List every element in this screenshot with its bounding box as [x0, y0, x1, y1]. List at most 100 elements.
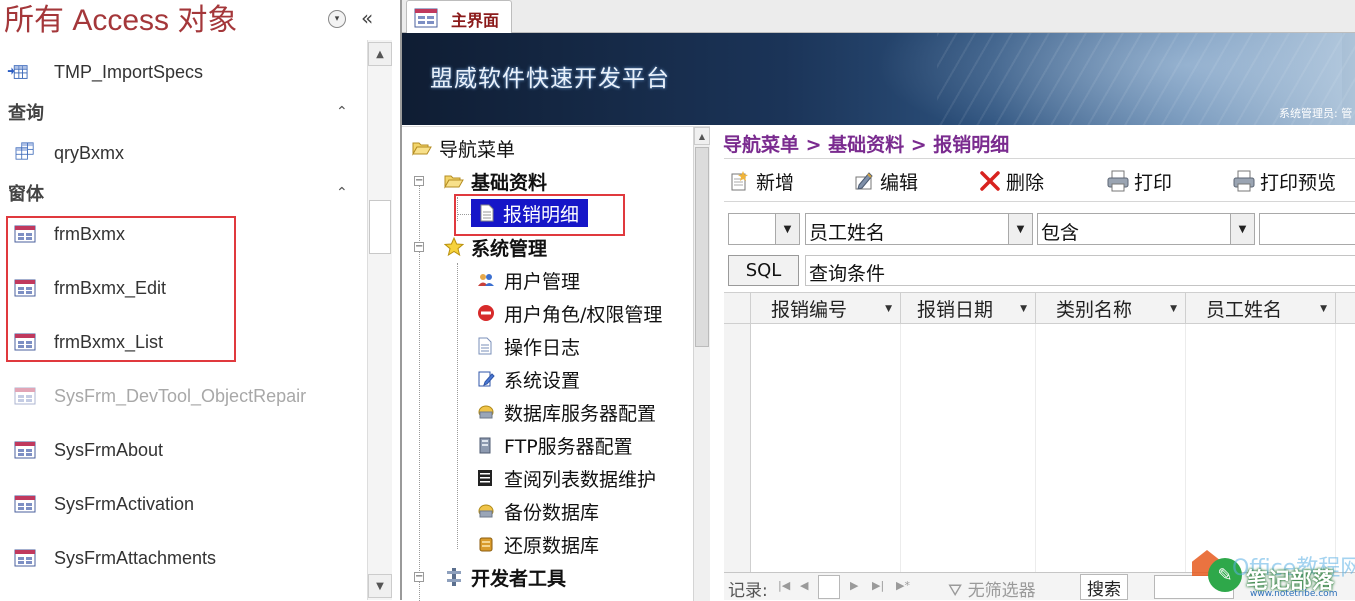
- folder-open-icon: [412, 142, 432, 156]
- previous-record-icon[interactable]: ◀: [800, 579, 808, 592]
- query-condition-text: 查询条件: [809, 263, 886, 285]
- nav-pane-title[interactable]: 所有 Access 对象: [4, 0, 237, 42]
- nav-item-form[interactable]: SysFrmActivation: [0, 489, 360, 519]
- search-label: 搜索: [1080, 574, 1128, 600]
- last-record-icon[interactable]: ▶|: [872, 579, 884, 592]
- nav-pane-collapse-button[interactable]: «: [361, 8, 373, 28]
- tree-node-system-admin[interactable]: 系统管理: [444, 232, 547, 262]
- tree-node-label: 用户角色/权限管理: [504, 303, 663, 326]
- new-record-nav-icon[interactable]: ▶*: [896, 579, 910, 592]
- scroll-down-button[interactable]: ▼: [368, 574, 392, 598]
- tree-node-lookup-maintenance[interactable]: 查阅列表数据维护: [477, 463, 656, 493]
- tree-node-user-management[interactable]: 用户管理: [477, 265, 580, 295]
- record-toolbar: 新增 编辑 删除 打印 打印预览: [724, 158, 1355, 202]
- tree-node-restore-db[interactable]: 还原数据库: [477, 529, 599, 559]
- nav-group-queries[interactable]: 查询 ⌃: [0, 97, 360, 127]
- tree-node-expense-detail[interactable]: 报销明细: [471, 199, 588, 227]
- tools-icon: [447, 568, 461, 586]
- filter-criteria-input[interactable]: [1259, 213, 1355, 245]
- scroll-thumb[interactable]: [695, 147, 709, 347]
- delete-button[interactable]: 删除: [978, 167, 1044, 195]
- dropdown-arrow-icon[interactable]: ▼: [775, 214, 799, 244]
- current-record-input[interactable]: [818, 575, 840, 599]
- print-preview-button[interactable]: 打印预览: [1232, 167, 1336, 195]
- nav-pane-scrollbar[interactable]: ▲ ▼: [367, 40, 392, 600]
- column-menu-icon[interactable]: ▼: [1320, 304, 1327, 314]
- nav-item-form[interactable]: SysFrmAttachments: [0, 543, 360, 573]
- nav-group-forms[interactable]: 窗体 ⌃: [0, 178, 360, 208]
- filter-field-select[interactable]: 员工姓名 ▼: [805, 213, 1033, 245]
- nav-item-query[interactable]: qryBxmx: [0, 138, 360, 168]
- scroll-thumb[interactable]: [369, 200, 391, 254]
- tree-node-backup-db[interactable]: 备份数据库: [477, 496, 599, 526]
- filter-operator-select[interactable]: 包含 ▼: [1037, 213, 1255, 245]
- record-selector-column[interactable]: [724, 324, 751, 573]
- printer-icon: [1106, 169, 1130, 193]
- dropdown-arrow-icon[interactable]: ▼: [1230, 214, 1254, 244]
- tree-node-role-permission[interactable]: 用户角色/权限管理: [477, 298, 662, 328]
- tree-scrollbar[interactable]: ▲: [693, 127, 710, 601]
- nav-group-label: 查询: [8, 103, 44, 124]
- no-filter-toggle[interactable]: ⛛ 无筛选器: [948, 576, 1036, 601]
- nav-item-label: SysFrmAbout: [54, 439, 164, 460]
- column-menu-icon[interactable]: ▼: [1020, 304, 1027, 314]
- form-icon: [14, 387, 36, 405]
- nav-item-form[interactable]: frmBxmx_Edit: [0, 273, 360, 303]
- tree-node-developer-tools[interactable]: 开发者工具: [444, 562, 566, 592]
- tree-node-system-settings[interactable]: 系统设置: [477, 364, 580, 394]
- nav-item-label: frmBxmx_List: [54, 331, 164, 352]
- print-button[interactable]: 打印: [1106, 167, 1172, 195]
- column-menu-icon[interactable]: ▼: [885, 304, 892, 314]
- column-header[interactable]: 员工姓名 ▼: [1186, 293, 1336, 324]
- tree-expander[interactable]: −: [414, 572, 424, 582]
- scroll-up-button[interactable]: ▲: [368, 42, 392, 66]
- document-tab-strip: 主界面: [402, 0, 1355, 34]
- new-button[interactable]: 新增: [728, 167, 794, 195]
- nav-item-form[interactable]: SysFrmAbout: [0, 435, 360, 465]
- select-all-cell[interactable]: [724, 293, 751, 324]
- backup-icon: [478, 504, 494, 518]
- column-header[interactable]: 报销编号 ▼: [751, 293, 901, 324]
- form-icon: [14, 225, 36, 243]
- print-preview-button-label: 打印预览: [1260, 171, 1337, 194]
- delete-button-label: 删除: [1006, 171, 1045, 194]
- filter-logic-select[interactable]: ▼: [728, 213, 800, 245]
- nav-item-table[interactable]: TMP_ImportSpecs: [0, 57, 360, 87]
- ftp-server-icon: [479, 437, 491, 454]
- scroll-up-button[interactable]: ▲: [694, 127, 710, 145]
- nav-item-label: frmBxmx: [54, 223, 125, 244]
- nav-pane-menu-button[interactable]: ▾: [328, 10, 346, 28]
- collapse-group-icon[interactable]: ⌃: [336, 185, 348, 201]
- tab-label: 主界面: [451, 11, 500, 30]
- next-record-icon[interactable]: ▶: [850, 579, 858, 592]
- query-condition-field[interactable]: 查询条件: [805, 255, 1355, 286]
- edit-button[interactable]: 编辑: [852, 167, 918, 195]
- tree-expander[interactable]: −: [414, 176, 424, 186]
- column-header-label: 类别名称: [1056, 299, 1133, 321]
- tree-node-basic-data[interactable]: 基础资料: [444, 166, 547, 196]
- settings-edit-icon: [478, 371, 495, 387]
- collapse-group-icon[interactable]: ⌃: [336, 104, 348, 120]
- tree-root[interactable]: 导航菜单: [412, 133, 515, 163]
- tree-node-db-server-config[interactable]: 数据库服务器配置: [477, 397, 656, 427]
- funnel-icon: ⛛: [948, 581, 968, 601]
- sql-button[interactable]: SQL: [728, 255, 799, 286]
- tree-node-label: 查阅列表数据维护: [504, 468, 657, 491]
- tree-node-label: 系统设置: [504, 369, 581, 392]
- sql-row: SQL 查询条件: [724, 254, 1355, 288]
- form-icon: [14, 441, 36, 459]
- nav-item-form[interactable]: SysFrm_DevTool_ObjectRepair: [0, 381, 360, 411]
- db-server-icon: [478, 405, 494, 419]
- tree-node-ftp-server-config[interactable]: FTP服务器配置: [477, 430, 633, 460]
- nav-item-form[interactable]: frmBxmx: [0, 219, 360, 249]
- nav-item-form[interactable]: frmBxmx_List: [0, 327, 360, 357]
- column-header[interactable]: 报销日期 ▼: [901, 293, 1036, 324]
- column-menu-icon[interactable]: ▼: [1170, 304, 1177, 314]
- nav-group-label: 窗体: [8, 184, 44, 205]
- column-header[interactable]: 类别名称 ▼: [1036, 293, 1186, 324]
- tree-node-operation-log[interactable]: 操作日志: [477, 331, 580, 361]
- tab-main-screen[interactable]: 主界面: [406, 0, 512, 34]
- tree-expander[interactable]: −: [414, 242, 424, 252]
- dropdown-arrow-icon[interactable]: ▼: [1008, 214, 1032, 244]
- first-record-icon[interactable]: |◀: [778, 579, 790, 592]
